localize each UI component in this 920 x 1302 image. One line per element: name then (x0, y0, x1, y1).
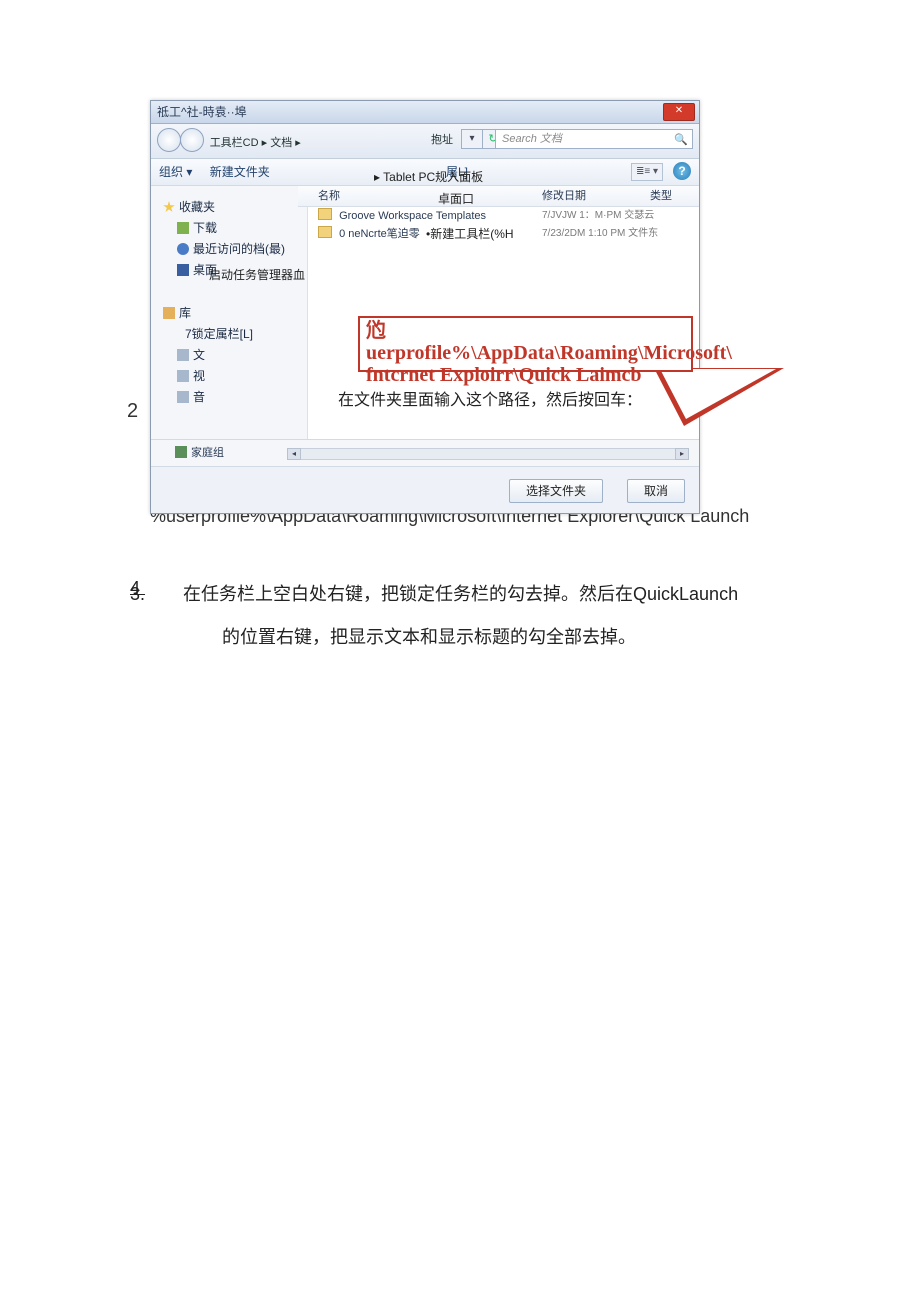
overlay-tablet: ▸ Tablet PC规入面板 (374, 168, 483, 185)
file-row[interactable]: 0 neNcrte笔迫零 •新建工具栏(%H 7/23/2DM 1:10 PM … (298, 225, 699, 243)
choose-folder-button[interactable]: 选择文件夹 (509, 479, 603, 503)
folder-icon (177, 349, 189, 361)
breadcrumb[interactable]: 工具栏CD ▸ 文档 ▸ (210, 134, 301, 150)
recent-icon (177, 243, 189, 255)
file-list: 名称 修改日期 类型 ▸ Tablet PC规入面板 卓面口 Groove Wo… (298, 186, 699, 466)
sidebar-library[interactable]: 库 (161, 302, 307, 323)
search-icon: 🔍 (674, 131, 688, 145)
desktop-icon (177, 264, 189, 276)
file-name: 0 neNcrte笔迫零 (339, 228, 420, 240)
close-button[interactable]: ✕ (663, 103, 695, 121)
sidebar-favorites[interactable]: 收藏夹 (161, 196, 307, 217)
address-fragment: 抱址 (431, 131, 453, 147)
col-name[interactable]: 名称 (318, 186, 340, 206)
sidebar-sub1[interactable]: 文 (161, 344, 307, 365)
folder-icon (318, 208, 332, 220)
folder-icon (318, 226, 332, 238)
scroll-right[interactable]: ▸ (675, 448, 689, 460)
step3-line2: 的位置右键，把显示文本和显示标题的勾全部去掉。 (222, 616, 770, 659)
download-icon (177, 222, 189, 234)
nav-buttons[interactable] (157, 128, 200, 155)
forward-button[interactable] (180, 128, 204, 152)
col-type[interactable]: 类型 (650, 186, 672, 206)
library-icon (163, 307, 175, 319)
step-3: 4 3. 在任务栏上空白处右键，把锁定任务栏的勾去掉。然后在QuickLaunc… (130, 573, 770, 659)
cancel-button[interactable]: 取消 (627, 479, 685, 503)
step-number-3: 4 3. (130, 573, 178, 616)
button-bar: 选择文件夹 取消 (151, 466, 699, 513)
file-date: 7/JVJW 1：M·PM 交瑟云 (542, 207, 654, 225)
step-number-2: 2 (127, 400, 138, 423)
h-scrollbar[interactable]: ◂ ▸ (287, 448, 689, 460)
organize-menu[interactable]: 组织 ▾ (159, 165, 192, 179)
file-date: 7/23/2DM 1:10 PM 文件东 (542, 225, 658, 243)
newfolder-button[interactable]: 新建文件夹 (210, 165, 270, 179)
overlay-taskmgr: 启动任务管理器血 (209, 266, 305, 283)
star-icon (163, 201, 175, 213)
file-name: Groove Workspace Templates (339, 210, 486, 222)
folder-icon (177, 370, 189, 382)
window-title: 祗工^社-時袁··埠 (157, 105, 247, 119)
sidebar: 收藏夹 下载 最近访问的档(最) 桌面 启动任务管理器血 库 7锁定属栏[L] … (151, 186, 308, 472)
instruction-text: 在文件夹里面输入这个路径，然后按回车： (338, 386, 642, 410)
path-callout: 尦uerprofile%\AppData\Roaming\Microsoft\ … (358, 316, 693, 372)
nav-bar: 工具栏CD ▸ 文档 ▸ 抱址 ▾ ↻ Search 文档 🔍 (151, 124, 699, 159)
dialog-body: 收藏夹 下载 最近访问的档(最) 桌面 启动任务管理器血 库 7锁定属栏[L] … (151, 186, 699, 466)
scroll-left[interactable]: ◂ (287, 448, 301, 460)
callout-line1: 尦uerprofile%\AppData\Roaming\Microsoft\ (366, 320, 685, 364)
folder-picker-dialog: 祗工^社-時袁··埠 ✕ 工具栏CD ▸ 文档 ▸ 抱址 ▾ ↻ Search … (150, 100, 700, 514)
sidebar-sub3[interactable]: 音 (161, 386, 307, 407)
window-titlebar: 祗工^社-時袁··埠 ✕ (151, 101, 699, 124)
search-input[interactable]: Search 文档 🔍 (495, 129, 693, 149)
step3-line1: 在任务栏上空白处右键，把锁定任务栏的勾去掉。然后在QuickLaunch (183, 584, 738, 604)
view-button[interactable]: ≣≡ ▾ (631, 163, 663, 181)
sidebar-recent[interactable]: 最近访问的档(最) (161, 238, 307, 259)
search-placeholder: Search 文档 (502, 133, 562, 145)
address-dropdown[interactable]: ▾ (461, 129, 483, 149)
columns-header: 名称 修改日期 类型 (298, 186, 699, 207)
bottom-panel: 家庭组 ◂ ▸ (151, 439, 699, 466)
sidebar-lock: 7锁定属栏[L] (161, 323, 307, 344)
callout-line2: fntcrnet Exploirr\Quick Laimcb (366, 364, 685, 386)
back-button[interactable] (157, 128, 181, 152)
help-button[interactable]: ? (673, 162, 691, 180)
sidebar-download[interactable]: 下载 (161, 217, 307, 238)
col-date[interactable]: 修改日期 (542, 186, 586, 206)
sidebar-homegroup[interactable]: 家庭组 (175, 444, 224, 460)
folder-icon (177, 391, 189, 403)
homegroup-icon (175, 446, 187, 458)
overlay-newtoolbar: •新建工具栏(%H (426, 225, 514, 243)
overlay-desktop: 卓面口 (438, 190, 474, 207)
file-row[interactable]: Groove Workspace Templates 7/JVJW 1：M·PM… (298, 207, 699, 225)
sidebar-sub2[interactable]: 视 (161, 365, 307, 386)
